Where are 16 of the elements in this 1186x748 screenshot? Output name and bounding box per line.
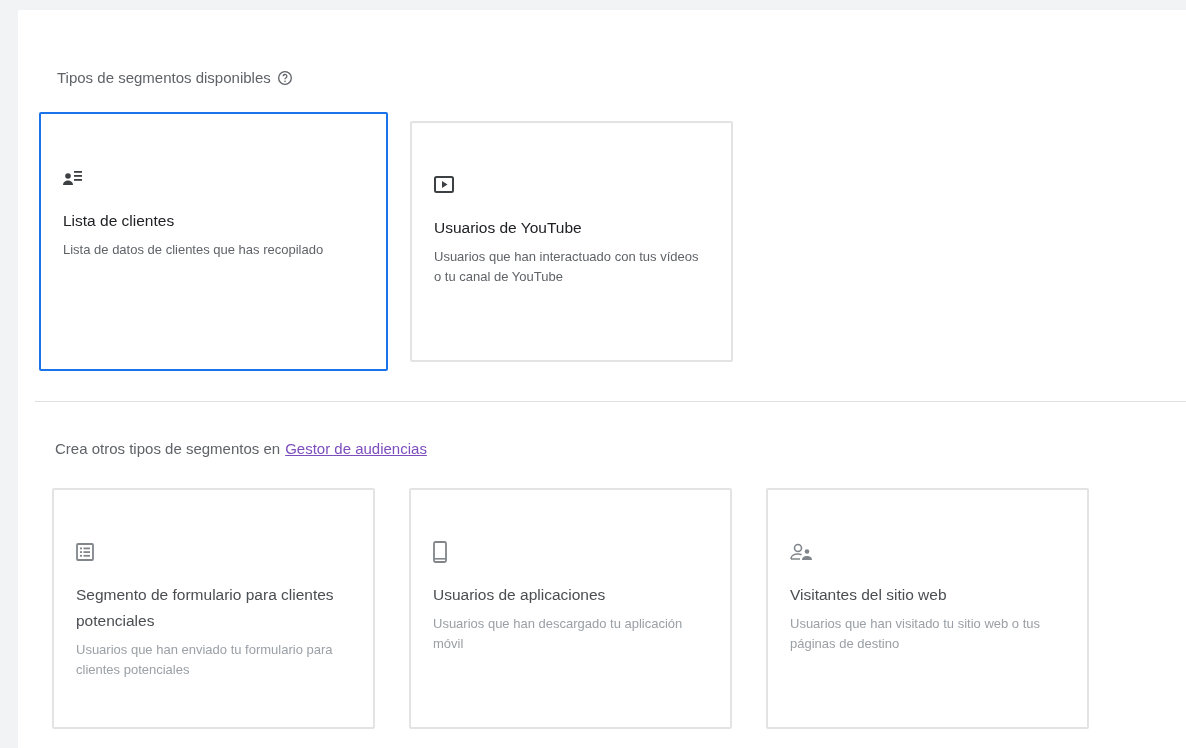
segment-card[interactable]: Usuarios de YouTube Usuarios que han interactuado con tus vídeos o tu canal de YouTube — [410, 120, 733, 362]
card-title: Lista de clientes — [63, 210, 176, 231]
card-title: Segmento de formulario para clientes potenciales — [76, 585, 335, 631]
card-description: Usuarios que han visitado tu sitio web o tus páginas de destino — [790, 615, 1042, 653]
segment-card[interactable]: Lista de clientes Lista de datos de clientes que has recopilado — [39, 111, 388, 371]
card-title: Usuarios de YouTube — [434, 217, 583, 238]
card-description: Lista de datos de clientes que has recopilado — [63, 240, 325, 259]
card-description: Usuarios que han interactuado con tus vídeos o tu canal de YouTube — [434, 247, 700, 286]
section-heading: Tipos de segmentos disponibles — [57, 68, 271, 88]
card-description: Usuarios que han enviado tu formulario para clientes potenciales — [76, 641, 334, 679]
section-heading: Crea otros tipos de segmentos en — [55, 438, 281, 459]
card-title: Usuarios de aplicaciones — [433, 585, 607, 605]
card-title: Visitantes del sitio web — [790, 585, 948, 605]
card-description: Usuarios que han descargado tu aplicación móvil — [433, 615, 684, 653]
audience-manager-link[interactable]: Gestor de audiencias — [285, 437, 427, 460]
help-icon[interactable] — [276, 70, 293, 87]
